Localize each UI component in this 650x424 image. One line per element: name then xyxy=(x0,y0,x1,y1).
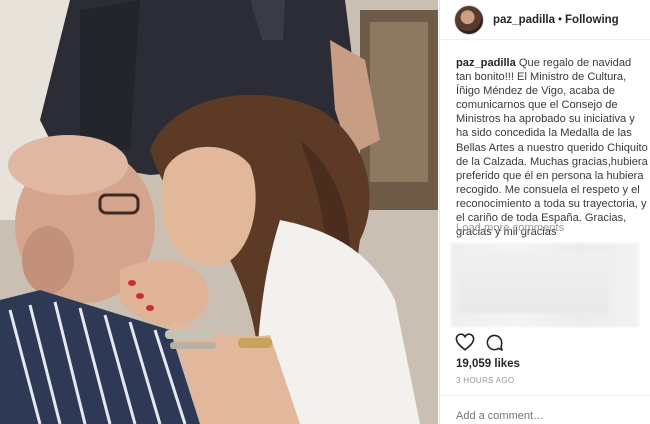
add-comment-input[interactable] xyxy=(456,410,636,422)
heart-icon[interactable] xyxy=(455,333,475,351)
avatar[interactable] xyxy=(454,4,484,35)
header-username-link[interactable]: paz_padilla xyxy=(493,14,555,26)
caption-text: Que regalo de navidad tan bonito!!! El M… xyxy=(456,57,648,239)
post-timestamp[interactable]: 3 HOURS AGO xyxy=(456,376,514,385)
blurred-comment-block xyxy=(459,253,609,313)
blurred-comments-area xyxy=(451,243,639,327)
speech-bubble-icon[interactable] xyxy=(485,333,504,352)
post-caption: paz_padilla Que regalo de navidad tan bo… xyxy=(456,56,648,239)
likes-count[interactable]: 19,059 likes xyxy=(456,358,520,370)
post-photo-illustration xyxy=(0,0,438,424)
caption-username-link[interactable]: paz_padilla xyxy=(456,57,516,69)
post-header-text: paz_padilla • Following xyxy=(493,14,619,26)
following-button[interactable]: Following xyxy=(565,14,619,26)
comment-bar xyxy=(439,395,650,424)
post-actions xyxy=(455,331,504,353)
header-separator: • xyxy=(558,13,563,26)
load-more-comments-link[interactable]: Load more comments xyxy=(456,222,564,234)
post-header: paz_padilla • Following xyxy=(440,0,650,40)
post-photo[interactable] xyxy=(0,0,438,424)
